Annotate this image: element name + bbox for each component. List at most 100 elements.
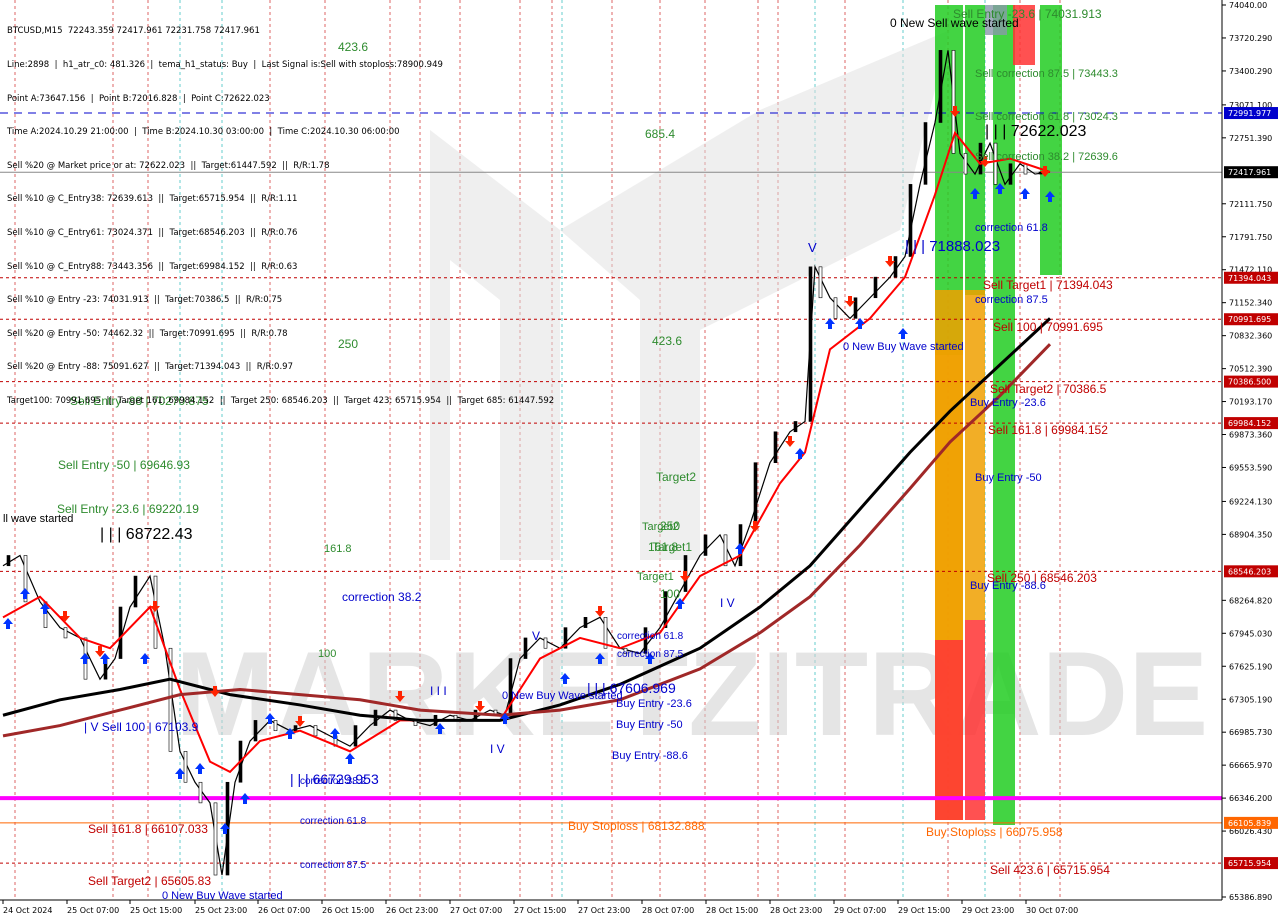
price-axis-label: 69553.590 (1229, 463, 1272, 472)
price-tag-label: 72991.977 (1228, 109, 1271, 118)
candle (993, 142, 998, 185)
chart-label: Buy Entry -88.6 (970, 580, 1046, 592)
time-axis-label: 25 Oct 07:00 (67, 906, 119, 915)
time-axis-label: 29 Oct 15:00 (898, 906, 950, 915)
chart-label: Target1 (637, 571, 674, 583)
candle (873, 276, 878, 299)
candle (893, 256, 898, 278)
chart-label: correction 38.2 (300, 776, 367, 787)
price-axis-label: 67305.190 (1229, 695, 1272, 704)
time-axis-label: 26 Oct 15:00 (322, 906, 374, 915)
time-axis-label: 25 Oct 23:00 (195, 906, 247, 915)
price-axis-label: 72751.390 (1229, 134, 1272, 143)
chart-label: Sell 161.8 | 66107.033 (88, 822, 208, 836)
price-axis-label: 73720.290 (1229, 34, 1272, 43)
zone-bar (993, 425, 1015, 825)
price-axis-label: 67625.190 (1229, 662, 1272, 671)
zone-bar (965, 620, 985, 820)
candle (63, 627, 68, 639)
candle (198, 781, 203, 804)
info-line: Sell %10 @ C_Entry61: 73024.371 || Targe… (7, 227, 298, 238)
chart-label: correction 61.8 (617, 631, 684, 642)
chart-label: Buy Entry -50 (975, 472, 1042, 484)
time-axis-label: 28 Oct 15:00 (706, 906, 758, 915)
info-line: Sell %20 @ Market price or at: 72622.023… (7, 160, 330, 171)
zone-bar (1040, 5, 1062, 275)
chart-label: Sell 100 | 70991.695 (993, 320, 1103, 334)
time-axis-label: 25 Oct 15:00 (130, 906, 182, 915)
chart-label: correction 87.5 (617, 649, 684, 660)
candle (523, 637, 528, 659)
price-axis-label: 70832.360 (1229, 332, 1272, 341)
price-axis-label: 74040.00 (1229, 1, 1267, 10)
time-axis-label: 28 Oct 07:00 (642, 906, 694, 915)
price-axis-label: 70193.170 (1229, 398, 1272, 407)
price-tag-label: 70386.500 (1228, 378, 1271, 387)
chart-label: Buy Stoploss | 66075.958 (926, 825, 1063, 839)
chart-label: correction 38.2 (342, 590, 422, 604)
candle (1023, 163, 1028, 175)
price-axis-label: 68264.820 (1229, 596, 1272, 605)
chart-label: 423.6 (652, 334, 682, 348)
chart-label: I V (490, 742, 505, 756)
price-axis-label: 71152.340 (1229, 299, 1272, 308)
chart-label: I V (720, 596, 735, 610)
price-axis-label: 69873.360 (1229, 431, 1272, 440)
candle (118, 606, 123, 659)
chart-label: 0 New Buy Wave started (843, 341, 964, 353)
chart-label: Sell 161.8 | 69984.152 (988, 423, 1108, 437)
chart-label: 100 (660, 587, 680, 601)
candle (6, 555, 11, 567)
candle (213, 802, 218, 876)
candle (808, 266, 813, 422)
candle (753, 462, 758, 525)
price-tag-label: 71394.043 (1228, 274, 1271, 283)
chart-label: Buy Entry -23.6 (616, 698, 692, 710)
price-axis-label: 66665.970 (1229, 761, 1272, 770)
chart-label: Sell 423.6 | 65715.954 (990, 863, 1110, 877)
time-axis-label: 26 Oct 23:00 (386, 906, 438, 915)
info-line: Point A:73647.156 | Point B:72016.828 | … (7, 93, 270, 104)
price-tag-label: 65715.954 (1228, 859, 1271, 868)
info-line: Sell %20 @ Entry -88: 75091.627 || Targe… (7, 362, 293, 373)
info-line: Target100: 70991.695 || Target 161: 6998… (7, 395, 555, 406)
chart-label: correction 87.5 (300, 860, 367, 871)
info-line: Sell %10 @ C_Entry38: 72639.613 || Targe… (7, 194, 298, 205)
chart-label: 161.8 (648, 540, 678, 554)
chart-label: ll wave started (3, 513, 73, 525)
chart-label: V (532, 629, 540, 643)
chart-label: Sell correction 61.8 | 73024.3 (975, 111, 1118, 123)
candle (1008, 163, 1013, 185)
price-axis-label: 66346.200 (1229, 794, 1272, 803)
chart-label: Buy Entry -23.6 (970, 397, 1046, 409)
candle (723, 534, 728, 567)
candle (133, 575, 138, 608)
chart-label: Sell Target2 | 70386.5 (990, 382, 1107, 396)
chart-label: 685.4 (645, 127, 675, 141)
price-tag-label: 69984.152 (1228, 419, 1271, 428)
candle (293, 725, 298, 732)
chart-label: Buy Entry -88.6 (612, 750, 688, 762)
chart-label: Target2 (656, 470, 696, 484)
candle (353, 725, 358, 747)
candle (938, 50, 943, 123)
chart-label: Sell Entry -50 | 69646.93 (58, 458, 190, 472)
chart-label: Target2 (642, 521, 679, 533)
candle (773, 431, 778, 463)
time-axis-label: 29 Oct 07:00 (834, 906, 886, 915)
chart-label: | | | 71888.023 (905, 238, 1000, 255)
chart-label: Sell correction 38.2 | 72639.6 (975, 151, 1118, 163)
time-axis-label: 27 Oct 07:00 (450, 906, 502, 915)
chart-label: Buy Stoploss | 68132.888 (568, 819, 705, 833)
info-line: Sell %10 @ Entry -23: 74031.913 || Targe… (7, 295, 283, 306)
chart-label: 100 (318, 648, 336, 660)
candle (923, 122, 928, 185)
price-axis-label: 67945.030 (1229, 629, 1272, 638)
info-line: Line:2898 | h1_atr_c0: 481.326 | tema_h1… (7, 60, 443, 70)
candle (473, 709, 478, 721)
price-axis-label: 72111.750 (1229, 200, 1272, 209)
chart-label: I I I (430, 684, 447, 698)
chart-label: 0 New Sell wave started (890, 16, 1019, 30)
price-axis-label: 73400.290 (1229, 67, 1272, 76)
price-axis-label: 68904.350 (1229, 530, 1272, 539)
